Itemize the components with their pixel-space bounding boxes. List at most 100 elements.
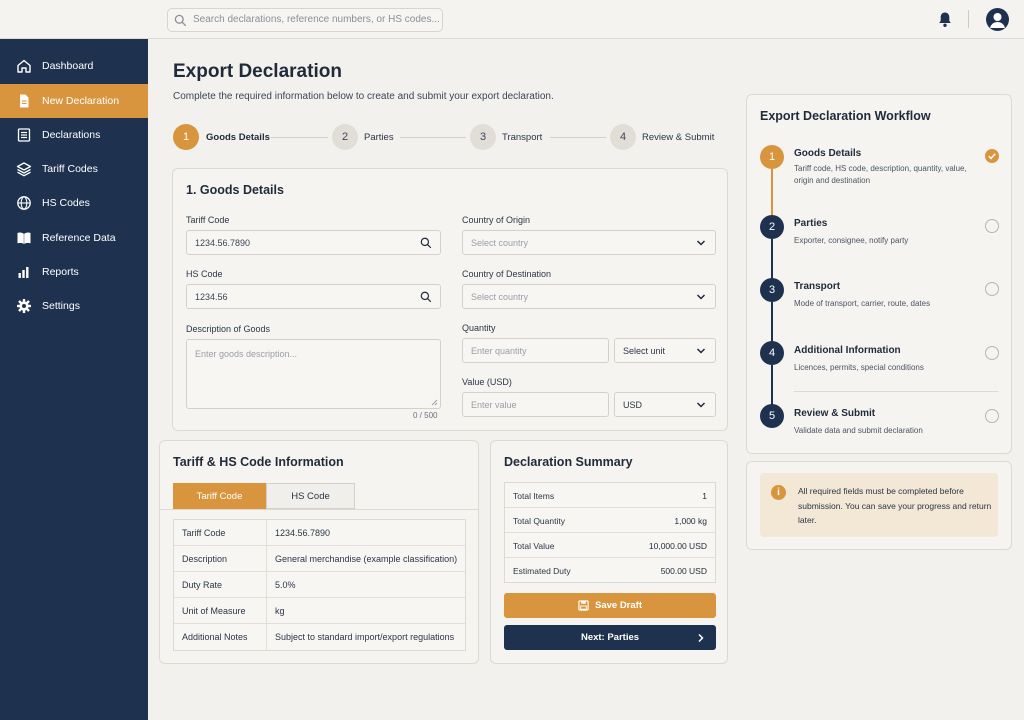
pending-circle-icon <box>985 409 999 423</box>
search-icon[interactable] <box>420 237 432 249</box>
search-box[interactable]: Search declarations, reference numbers, … <box>167 8 443 32</box>
bell-icon[interactable] <box>937 11 953 28</box>
sidebar-item-reports[interactable]: Reports <box>0 255 148 289</box>
search-input[interactable]: Search declarations, reference numbers, … <box>193 14 440 25</box>
sidebar-item-settings[interactable]: Settings <box>0 289 148 323</box>
workflow-step-4-desc: Licences, permits, special conditions <box>794 363 924 372</box>
save-icon <box>578 600 589 611</box>
workflow-title: Export Declaration Workflow <box>760 109 931 123</box>
next-button[interactable]: Next: Parties <box>504 625 716 650</box>
step-4-circle[interactable]: 4 <box>610 124 636 150</box>
sidebar-item-new-declaration[interactable]: New Declaration <box>0 84 148 118</box>
globe-icon <box>17 196 31 210</box>
row-value: General merchandise (example classificat… <box>275 554 458 564</box>
pending-circle-icon <box>985 346 999 360</box>
sidebar-item-dashboard[interactable]: Dashboard <box>0 49 148 83</box>
workflow-step-3-desc: Mode of transport, carrier, route, dates <box>794 299 931 308</box>
table-row: Duty Rate 5.0% <box>174 572 465 598</box>
save-draft-button[interactable]: Save Draft <box>504 593 716 618</box>
step-1-circle[interactable]: 1 <box>173 124 199 150</box>
currency-value: USD <box>623 400 643 410</box>
user-icon <box>990 13 1005 28</box>
value-placeholder: Enter value <box>471 400 517 410</box>
step-2-circle[interactable]: 2 <box>332 124 358 150</box>
sidebar-item-label: Tariff Codes <box>42 163 98 175</box>
step-connector <box>550 137 606 138</box>
list-icon <box>17 128 31 142</box>
origin-placeholder: Select country <box>471 238 529 248</box>
step-2-label: Parties <box>364 132 394 143</box>
table-row: Additional Notes Subject to standard impo… <box>174 624 465 650</box>
chevron-down-icon <box>696 402 706 408</box>
layers-icon <box>16 162 32 177</box>
workflow-step-5-circle: 5 <box>760 404 784 428</box>
pending-circle-icon <box>985 219 999 233</box>
tariff-code-label: Tariff Code <box>186 215 230 225</box>
chevron-down-icon <box>696 294 706 300</box>
chevron-down-icon <box>696 240 706 246</box>
sidebar-item-label: HS Codes <box>42 197 90 209</box>
table-row: Unit of Measure kg <box>174 598 465 624</box>
sidebar-item-declarations[interactable]: Declarations <box>0 118 148 152</box>
next-label: Next: Parties <box>580 632 640 643</box>
row-key: Description <box>182 554 228 564</box>
sidebar-item-hs-codes[interactable]: HS Codes <box>0 186 148 220</box>
workflow-step-1-title: Goods Details <box>794 148 862 159</box>
sidebar-item-reference-data[interactable]: Reference Data <box>0 221 148 255</box>
tariff-code-value: 1234.56.7890 <box>195 238 251 248</box>
row-key: Estimated Duty <box>513 566 571 576</box>
sidebar-item-label: New Declaration <box>42 95 120 107</box>
document-icon <box>20 94 29 108</box>
workflow-connector <box>771 169 773 217</box>
table-row: Estimated Duty 500.00 USD <box>505 558 715 583</box>
tariff-code-field[interactable]: 1234.56.7890 <box>186 230 441 255</box>
tab-tariff-code[interactable]: Tariff Code <box>173 483 266 509</box>
info-icon: i <box>771 485 786 500</box>
sidebar-item-label: Reference Data <box>42 232 116 244</box>
destination-label: Country of Destination <box>462 269 552 279</box>
topbar-divider <box>968 10 969 28</box>
sidebar-item-tariff-codes[interactable]: Tariff Codes <box>0 152 148 186</box>
quantity-input[interactable]: Enter quantity <box>462 338 609 363</box>
summary-title: Declaration Summary <box>504 455 633 469</box>
table-row: Tariff Code 1234.56.7890 <box>174 520 465 546</box>
description-label: Description of Goods <box>186 324 271 334</box>
destination-select[interactable]: Select country <box>462 284 716 309</box>
workflow-step-4-circle: 4 <box>760 341 784 365</box>
row-key: Tariff Code <box>182 528 226 538</box>
description-textarea[interactable]: Enter goods description... <box>186 339 441 409</box>
unit-select[interactable]: Select unit <box>614 338 716 363</box>
value-input[interactable]: Enter value <box>462 392 609 417</box>
row-value: 500.00 USD <box>660 566 707 576</box>
hs-code-field[interactable]: 1234.56 <box>186 284 441 309</box>
row-value: 1,000 kg <box>674 516 707 526</box>
pending-circle-icon <box>985 282 999 296</box>
bar-chart-icon <box>18 267 29 278</box>
resize-handle-icon[interactable] <box>431 399 438 406</box>
sidebar: Dashboard New Declaration Declarations T… <box>0 39 148 720</box>
check-icon <box>985 149 999 163</box>
workflow-step-5-title: Review & Submit <box>794 408 876 419</box>
search-icon <box>174 14 187 27</box>
step-4-label: Review & Submit <box>642 132 715 143</box>
notice-text: All required fields must be completed be… <box>798 486 992 525</box>
workflow-divider <box>794 391 998 392</box>
row-value: 1234.56.7890 <box>275 528 331 538</box>
tab-hs-code[interactable]: HS Code <box>266 483 355 509</box>
row-key: Total Quantity <box>513 516 565 526</box>
row-value: Subject to standard import/export regula… <box>275 632 455 642</box>
chevron-right-icon <box>698 633 704 643</box>
chevron-down-icon <box>696 348 706 354</box>
currency-select[interactable]: USD <box>614 392 716 417</box>
step-3-circle[interactable]: 3 <box>470 124 496 150</box>
book-icon <box>17 232 31 244</box>
destination-placeholder: Select country <box>471 292 529 302</box>
workflow-step-3-circle: 3 <box>760 278 784 302</box>
search-icon[interactable] <box>420 291 432 303</box>
origin-select[interactable]: Select country <box>462 230 716 255</box>
unit-placeholder: Select unit <box>623 346 666 356</box>
row-value: kg <box>275 606 285 616</box>
avatar[interactable] <box>986 8 1009 31</box>
sidebar-item-label: Reports <box>42 266 79 278</box>
description-placeholder: Enter goods description... <box>195 349 298 359</box>
